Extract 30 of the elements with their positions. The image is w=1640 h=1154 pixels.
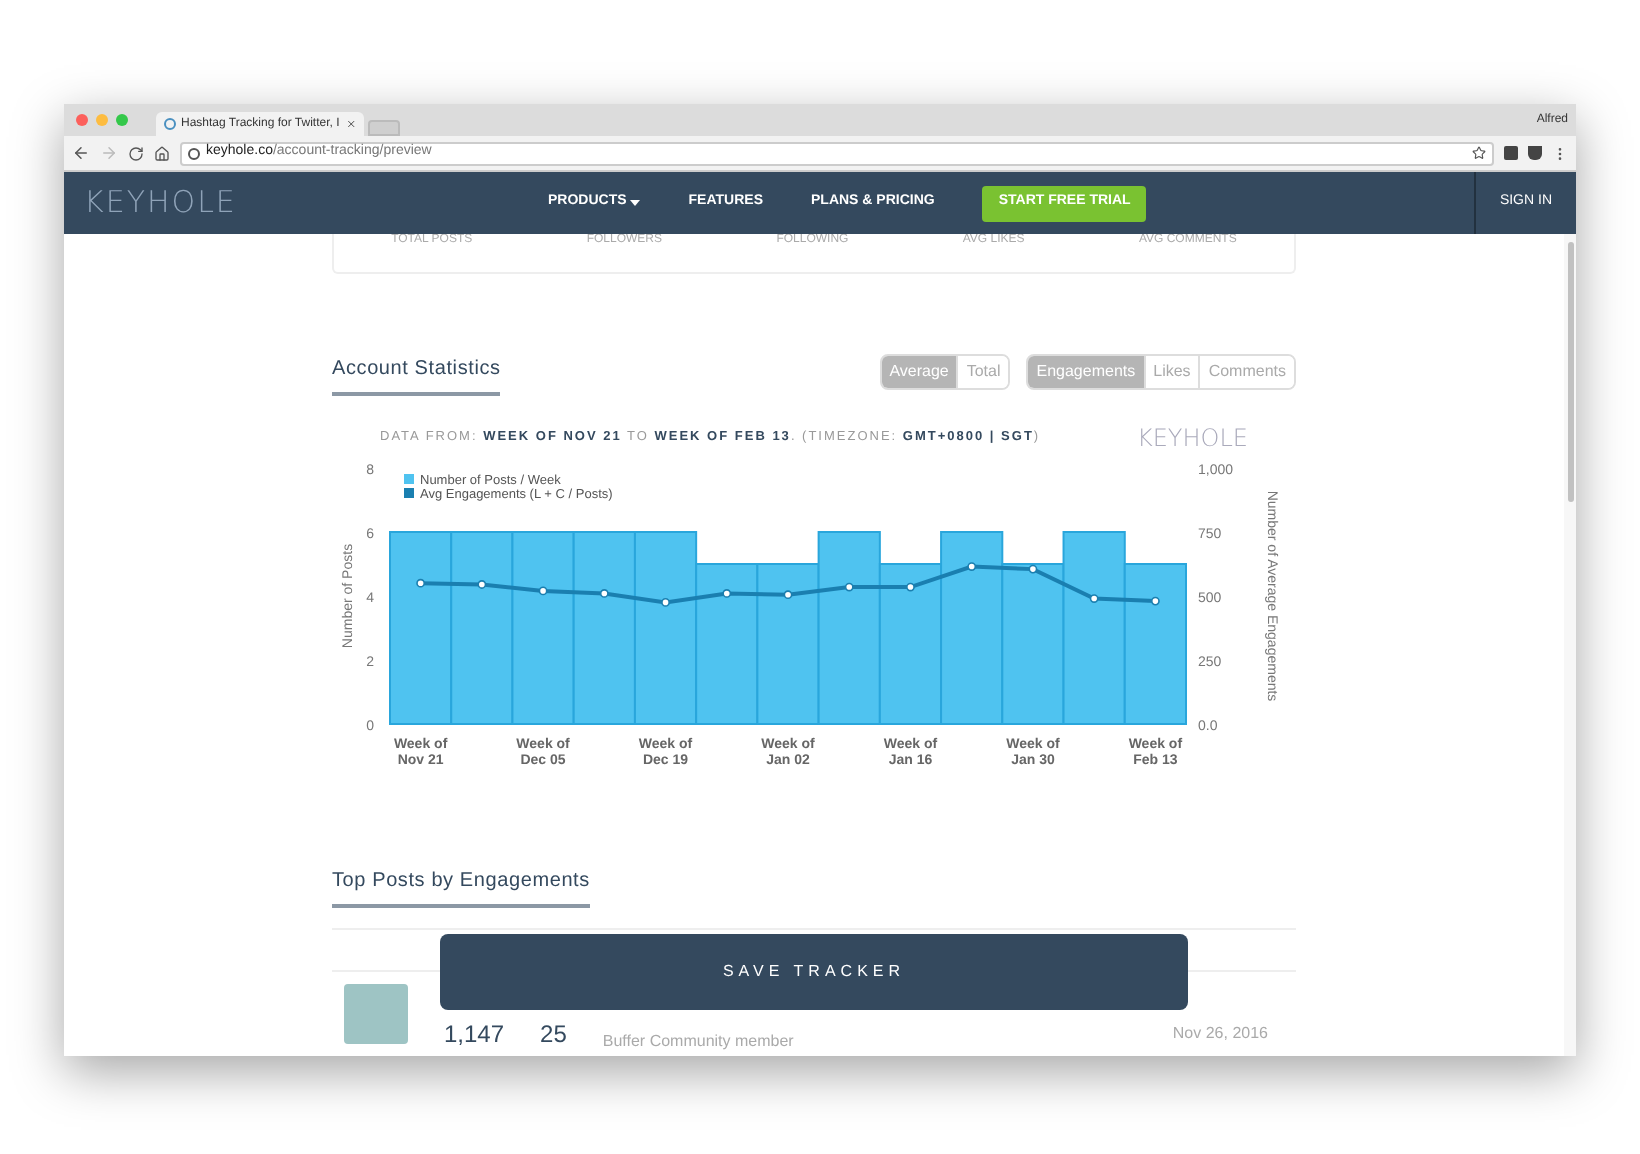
engagement-count: 1,147 bbox=[444, 1022, 505, 1048]
watermark-logo: KEYHOLE bbox=[1136, 422, 1248, 456]
logo[interactable]: KEYHOLE bbox=[84, 180, 548, 226]
caret-icon bbox=[630, 200, 641, 206]
reload-icon[interactable] bbox=[128, 145, 144, 161]
line-point bbox=[599, 589, 609, 598]
line-point bbox=[538, 586, 548, 596]
post-count: 25 bbox=[540, 1022, 567, 1048]
scrollbar[interactable] bbox=[1564, 234, 1576, 1056]
home-icon[interactable] bbox=[154, 145, 170, 161]
line-point bbox=[1089, 594, 1099, 603]
post-thumbnail bbox=[344, 984, 408, 1044]
line-point bbox=[661, 598, 670, 607]
line-point bbox=[416, 578, 426, 588]
post-date: Nov 26, 2016 bbox=[1172, 1024, 1268, 1042]
line-point bbox=[1028, 564, 1038, 574]
line-point bbox=[477, 580, 487, 589]
back-icon[interactable] bbox=[72, 144, 90, 162]
post-author: Buffer Community member bbox=[602, 1032, 794, 1050]
section-title: Top Posts by Engagements bbox=[332, 866, 590, 908]
line-point bbox=[722, 589, 732, 598]
section-title: Account Statistics bbox=[332, 354, 501, 396]
save-tracker-button[interactable]: SAVE TRACKER bbox=[440, 934, 1188, 1010]
star-icon[interactable] bbox=[1472, 146, 1486, 160]
line-point bbox=[783, 590, 793, 600]
line-point bbox=[1151, 596, 1160, 606]
line-point bbox=[844, 582, 854, 592]
line-point bbox=[906, 582, 915, 592]
line-point bbox=[967, 562, 977, 571]
close-icon[interactable] bbox=[345, 118, 356, 130]
